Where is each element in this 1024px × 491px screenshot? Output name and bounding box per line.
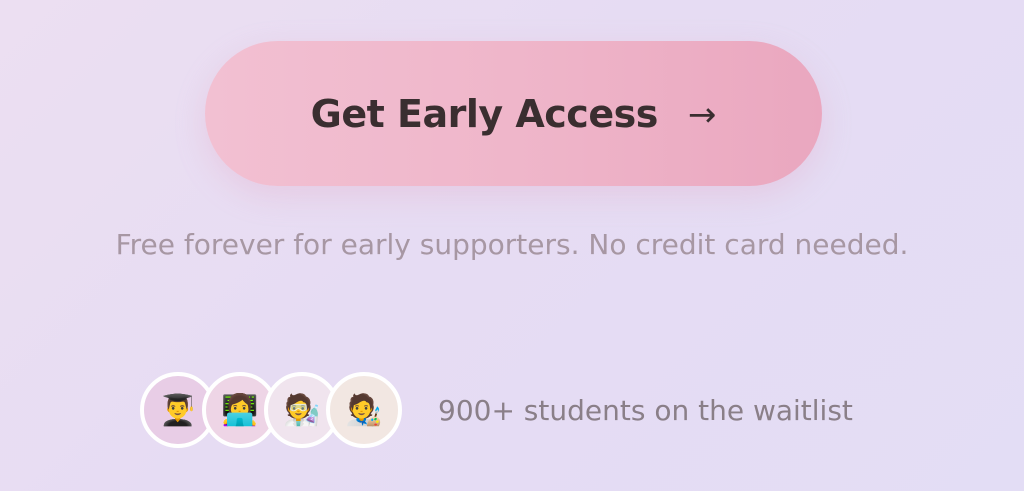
arrow-right-icon: → bbox=[687, 94, 717, 135]
avatar-stack: 👨‍🎓 👩‍💻 🧑‍🔬 🧑‍🎨 bbox=[140, 372, 402, 448]
waitlist-social-proof: 👨‍🎓 👩‍💻 🧑‍🔬 🧑‍🎨 900+ students on the wai… bbox=[140, 372, 853, 448]
waitlist-count-text: 900+ students on the waitlist bbox=[438, 393, 853, 427]
cta-label: Get Early Access bbox=[310, 91, 659, 136]
artist-avatar: 🧑‍🎨 bbox=[326, 372, 402, 448]
get-early-access-button[interactable]: Get Early Access → bbox=[205, 41, 822, 186]
free-forever-note: Free forever for early supporters. No cr… bbox=[115, 228, 909, 261]
